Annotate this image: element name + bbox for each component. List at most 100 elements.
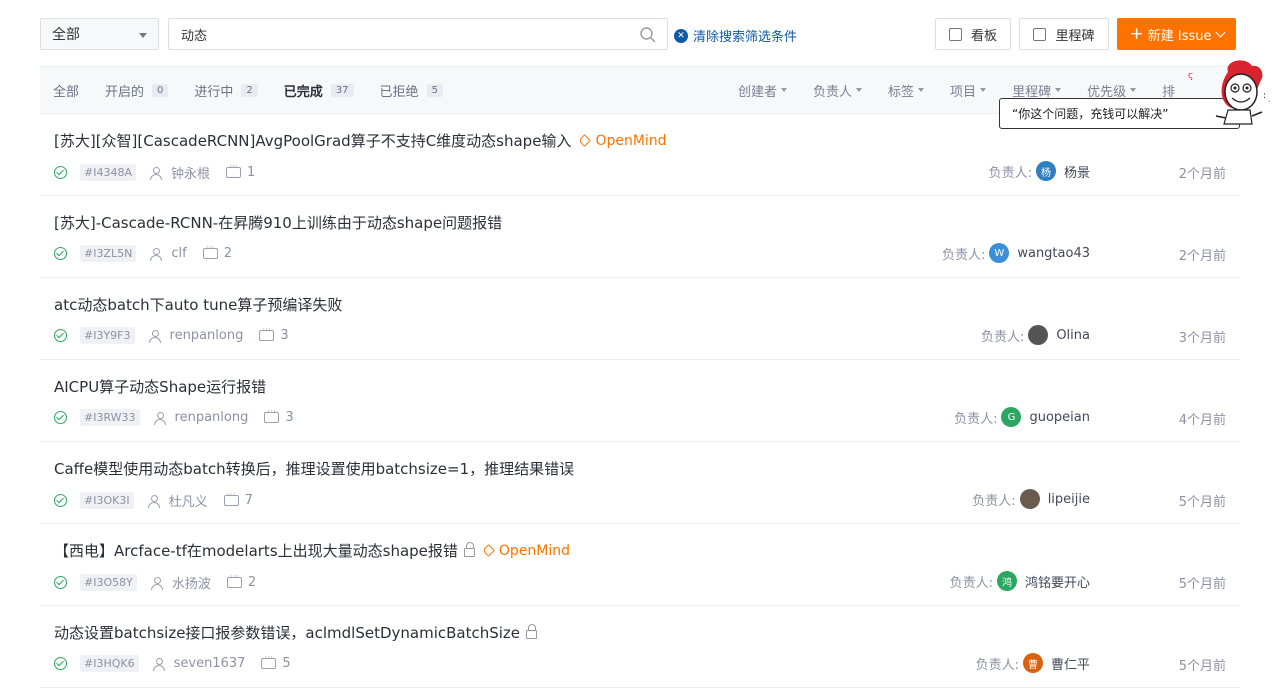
user-icon — [150, 247, 163, 261]
new-issue-button[interactable]: + 新建 Issue — [1117, 18, 1236, 50]
avatar[interactable]: 杨 — [1035, 161, 1056, 181]
issue-ident[interactable]: #I3HQK6 — [80, 655, 139, 672]
issue-meta: #I3RW33 renpanlong 3 — [54, 407, 294, 426]
issue-tag[interactable]: OpenMind — [578, 133, 667, 149]
milestone-button[interactable]: 里程碑 — [1019, 18, 1109, 50]
issue-title-link[interactable]: AICPU算子动态Shape运行报错 — [54, 376, 266, 397]
issue-ident[interactable]: #I3OK3I — [80, 492, 134, 509]
issue-assignee: 负责人: Olina — [981, 325, 1090, 345]
issue-title-link[interactable]: [苏大]-Cascade-RCNN-在昇腾910上训练由于动态shape问题报错 — [54, 212, 502, 233]
issue-author[interactable]: seven1637 — [174, 656, 246, 671]
search-icon[interactable] — [639, 26, 657, 44]
scope-select[interactable]: 全部 — [40, 18, 159, 50]
clear-filter-link[interactable]: ✕ 清除搜索筛选条件 — [674, 26, 797, 45]
issue-meta: #I3HQK6 seven1637 5 — [54, 653, 291, 672]
caret-down-icon — [980, 88, 987, 92]
avatar[interactable] — [1028, 325, 1049, 345]
board-label: 看板 — [970, 28, 997, 44]
tag-icon — [482, 544, 495, 557]
filter-creator[interactable]: 创建者 — [738, 81, 788, 100]
issue-row[interactable]: atc动态batch下auto tune算子预编译失败 #I3Y9F3 renpan… — [40, 278, 1240, 360]
search-input[interactable] — [181, 26, 621, 42]
issue-title-link[interactable]: 【西电】Arcface-tf在modelarts上出现大量动态shape报错 Op… — [54, 540, 570, 561]
issue-title-link[interactable]: 动态设置batchsize接口报参数错误，aclmdlSetDynamicBat… — [54, 622, 538, 643]
issue-ident[interactable]: #I3Y9F3 — [80, 327, 135, 344]
assignee-name[interactable]: lipeijie — [1048, 492, 1090, 507]
plus-icon: + — [1129, 23, 1144, 44]
tab-open[interactable]: 开启的 0 — [105, 81, 169, 100]
tab-label: 全部 — [53, 84, 80, 100]
avatar[interactable]: 曹 — [1022, 653, 1043, 673]
issue-row[interactable]: Caffe模型使用动态batch转换后，推理设置使用batchsize=1，推理… — [40, 442, 1240, 524]
issue-author[interactable]: 钟永根 — [171, 163, 210, 182]
issue-tag[interactable]: OpenMind — [482, 543, 570, 559]
assignee-name[interactable]: 杨景 — [1064, 162, 1090, 181]
tab-count-badge: 37 — [330, 83, 354, 97]
search-box[interactable] — [168, 18, 668, 50]
issue-meta: #I3Y9F3 renpanlong 3 — [54, 325, 289, 344]
check-circle-icon — [54, 494, 67, 507]
issue-title-link[interactable]: atc动态batch下auto tune算子预编译失败 — [54, 294, 342, 315]
issue-meta: #I3OK3I 杜凡义 7 — [54, 490, 253, 510]
filter-label-tag[interactable]: 标签 — [888, 81, 925, 100]
assignee-name[interactable]: wangtao43 — [1017, 246, 1090, 261]
tab-count-badge: 2 — [241, 83, 258, 97]
check-circle-icon — [54, 576, 67, 589]
avatar[interactable]: W — [989, 243, 1010, 263]
updated-time: 5个月前 — [1178, 659, 1226, 674]
issue-title: Caffe模型使用动态batch转换后，推理设置使用batchsize=1，推理… — [54, 460, 575, 478]
tab-in-progress[interactable]: 进行中 2 — [194, 81, 258, 100]
tab-rejected[interactable]: 已拒绝 5 — [380, 81, 443, 100]
comment-icon — [261, 653, 277, 669]
issue-author[interactable]: renpanlong — [175, 410, 249, 425]
issue-ident[interactable]: #I4348A — [80, 164, 136, 181]
mascot-icon[interactable]: ς : · — [1168, 58, 1273, 134]
issue-author[interactable]: 杜凡义 — [169, 491, 208, 510]
milestone-label: 里程碑 — [1055, 28, 1095, 44]
tab-completed[interactable]: 已完成 37 — [284, 81, 354, 100]
filter-milestone[interactable]: 里程碑 — [1012, 81, 1062, 100]
issue-author[interactable]: renpanlong — [170, 328, 244, 343]
avatar[interactable] — [1019, 489, 1040, 509]
issue-ident[interactable]: #I3RW33 — [80, 409, 140, 426]
issue-ident[interactable]: #I3O58Y — [80, 574, 137, 591]
assignee-name[interactable]: 鸿铭要开心 — [1025, 572, 1090, 591]
issue-row[interactable]: AICPU算子动态Shape运行报错 #I3RW33 renpanlong 3 负责人:… — [40, 360, 1240, 442]
user-icon — [148, 329, 161, 343]
avatar[interactable]: G — [1001, 407, 1022, 427]
updated-time: 3个月前 — [1178, 331, 1226, 346]
filter-project[interactable]: 项目 — [950, 81, 987, 100]
board-icon — [948, 27, 962, 41]
issue-title-link[interactable]: [苏大][众智][CascadeRCNN]AvgPoolGrad算子不支持C维度… — [54, 130, 667, 151]
issue-row[interactable]: 【西电】Arcface-tf在modelarts上出现大量动态shape报错 Op… — [40, 524, 1240, 606]
issue-author[interactable]: 水扬波 — [172, 573, 211, 592]
caret-down-icon — [1130, 88, 1137, 92]
assignee-name[interactable]: Olina — [1056, 328, 1090, 343]
user-icon — [152, 657, 165, 671]
updated-time: 4个月前 — [1178, 413, 1226, 428]
assignee-label: 负责人: — [980, 329, 1025, 345]
filter-assignee[interactable]: 负责人 — [813, 81, 863, 100]
updated-time: 2个月前 — [1178, 167, 1226, 182]
issue-meta: #I4348A 钟永根 1 — [54, 162, 255, 182]
issue-ident[interactable]: #I3ZL5N — [80, 245, 137, 262]
board-button[interactable]: 看板 — [935, 18, 1011, 50]
issue-meta: #I3O58Y 水扬波 2 — [54, 572, 256, 592]
issue-row[interactable]: [苏大]-Cascade-RCNN-在昇腾910上训练由于动态shape问题报错… — [40, 196, 1240, 278]
caret-down-icon — [1055, 88, 1062, 92]
assignee-name[interactable]: guopeian — [1029, 410, 1090, 425]
avatar[interactable]: 鸿 — [996, 571, 1017, 591]
issue-row[interactable]: 动态设置batchsize接口报参数错误，aclmdlSetDynamicBat… — [40, 606, 1240, 688]
issue-assignee: 负责人: 鸿鸿铭要开心 — [950, 571, 1090, 591]
tab-all[interactable]: 全部 — [53, 81, 79, 100]
user-icon — [150, 576, 163, 590]
issue-title: 动态设置batchsize接口报参数错误，aclmdlSetDynamicBat… — [54, 624, 521, 642]
caret-down-icon — [139, 33, 147, 38]
clear-filter-label: 清除搜索筛选条件 — [693, 30, 798, 45]
issue-author[interactable]: clf — [171, 246, 186, 261]
chevron-down-icon — [1215, 27, 1225, 37]
assignee-name[interactable]: 曹仁平 — [1051, 654, 1090, 673]
filter-priority[interactable]: 优先级 — [1087, 81, 1137, 100]
caret-down-icon — [856, 88, 863, 92]
issue-title-link[interactable]: Caffe模型使用动态batch转换后，推理设置使用batchsize=1，推理… — [54, 458, 574, 479]
